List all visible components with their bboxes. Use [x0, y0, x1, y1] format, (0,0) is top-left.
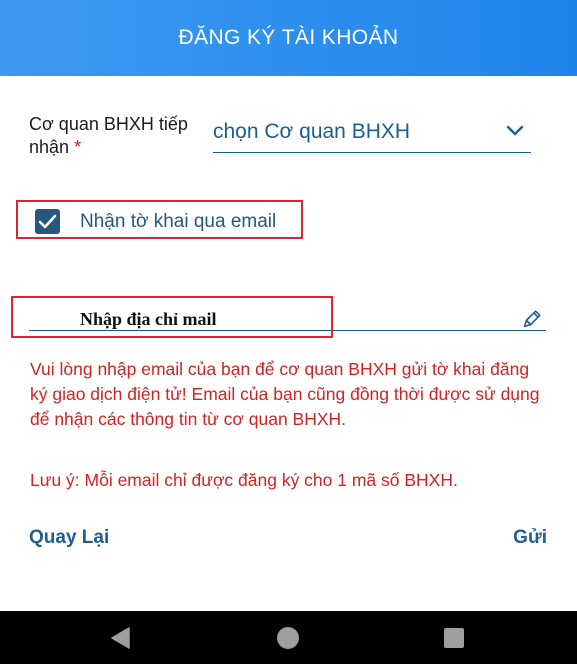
agency-label-text: Cơ quan BHXH tiếp nhận: [29, 114, 188, 157]
page-title: ĐĂNG KÝ TÀI KHOẢN: [178, 26, 399, 49]
checkmark-icon: [38, 214, 57, 229]
back-button[interactable]: Quay Lại: [29, 527, 109, 549]
nav-back-button[interactable]: [90, 611, 150, 664]
chevron-down-icon: [506, 125, 524, 136]
agency-select-value: chọn Cơ quan BHXH: [213, 120, 411, 143]
home-circle-icon: [277, 626, 299, 649]
email-checkbox-label[interactable]: Nhận tờ khai qua email: [80, 211, 276, 233]
back-triangle-icon: [111, 626, 130, 649]
email-note-text: Lưu ý: Mỗi email chỉ được đăng ký cho 1 …: [30, 470, 458, 490]
nav-recents-button[interactable]: [424, 611, 484, 664]
email-checkbox[interactable]: [35, 209, 60, 234]
agency-label: Cơ quan BHXH tiếp nhận *: [29, 113, 189, 159]
required-asterisk: *: [74, 137, 82, 157]
recents-square-icon: [444, 627, 464, 648]
agency-select[interactable]: chọn Cơ quan BHXH: [213, 115, 531, 153]
email-info-text: Vui lòng nhập email của bạn để cơ quan B…: [30, 359, 540, 429]
system-navbar: [0, 611, 577, 664]
pencil-icon[interactable]: [521, 310, 541, 330]
send-button[interactable]: Gửi: [513, 527, 547, 549]
app-header: ĐĂNG KÝ TÀI KHOẢN: [0, 0, 577, 76]
email-highlight-frame: [11, 296, 333, 338]
nav-home-button[interactable]: [258, 611, 318, 664]
